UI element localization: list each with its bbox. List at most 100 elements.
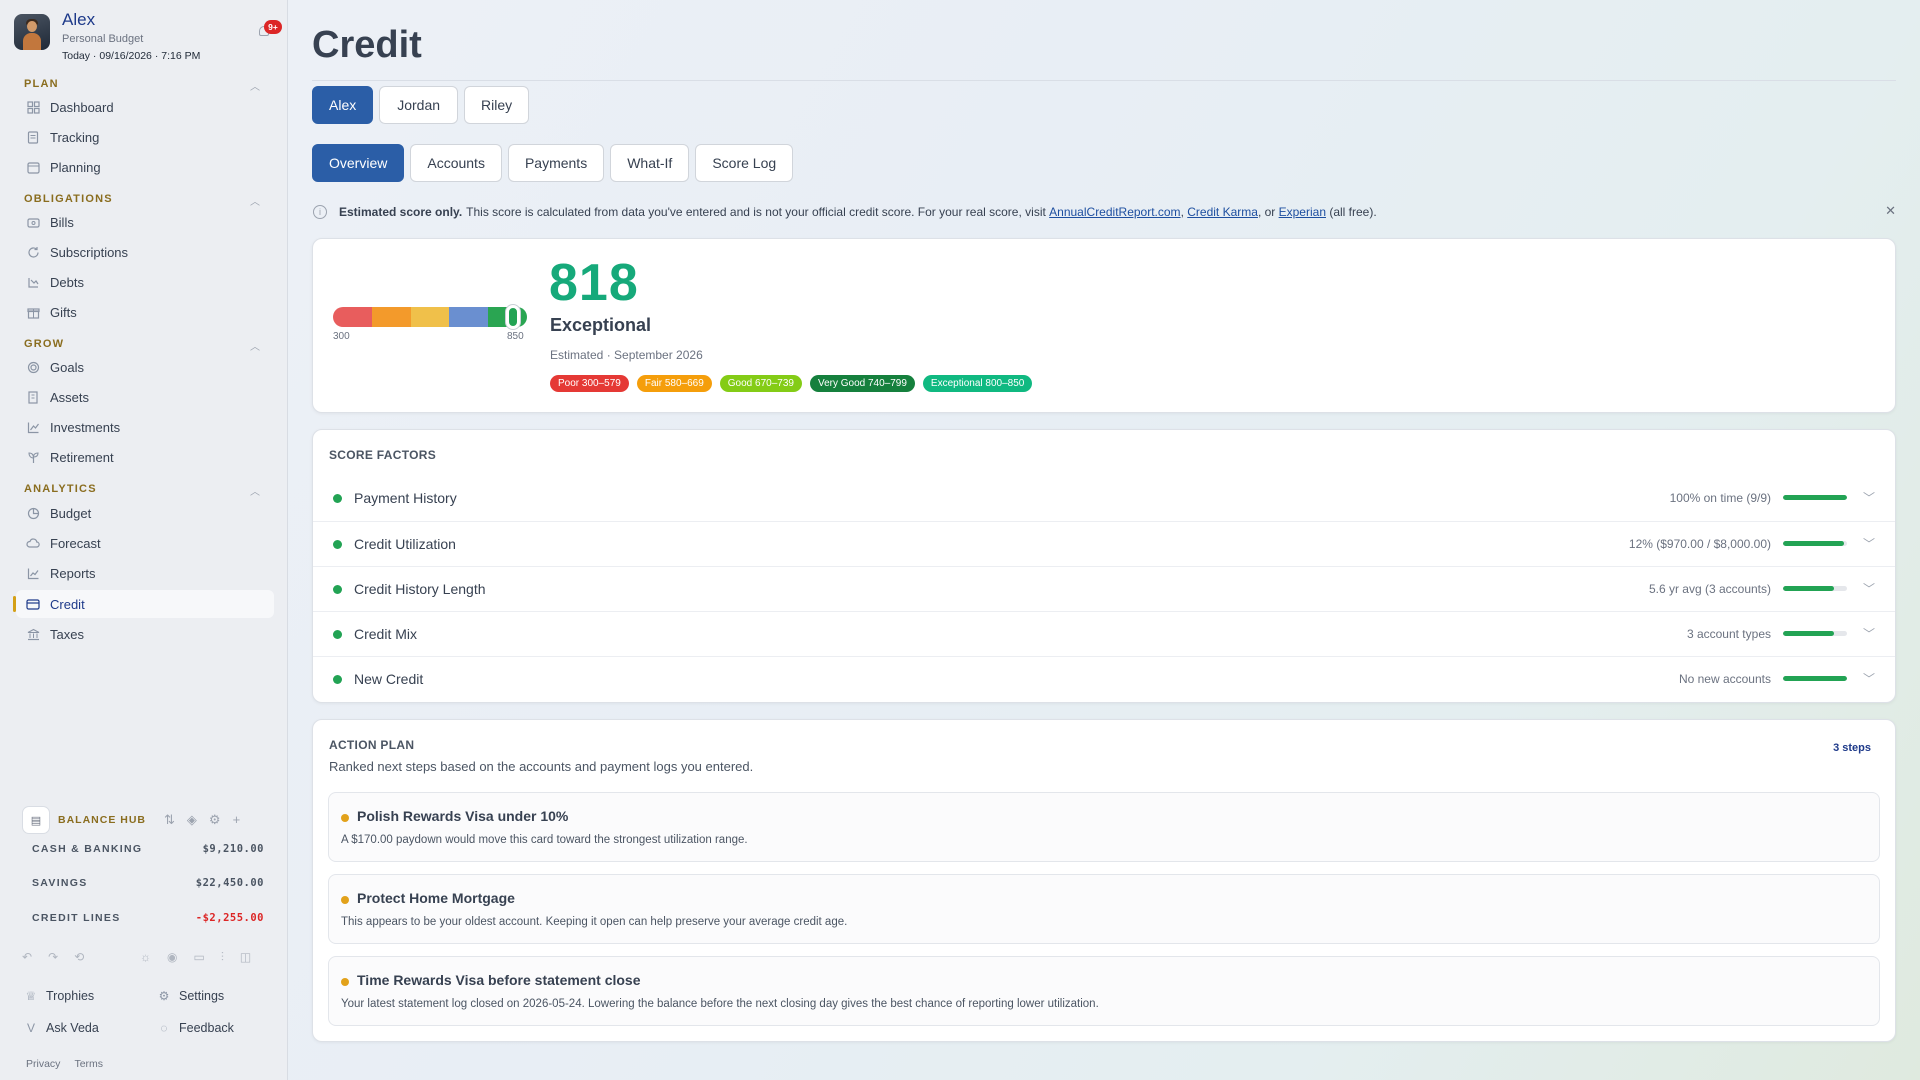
undo-icon[interactable]: ↶ — [22, 950, 32, 964]
balance-hub-title: BALANCE HUB — [58, 814, 146, 826]
sidebar-item-tracking[interactable]: Tracking — [16, 123, 274, 151]
sidebar-item-forecast[interactable]: Forecast — [16, 529, 274, 557]
gift-icon — [26, 305, 40, 319]
trophies-label: Trophies — [46, 989, 95, 1003]
notifications-button[interactable]: 9+ — [256, 20, 282, 40]
section-grow: GROW — [24, 338, 65, 350]
collapse-plan-icon[interactable]: ︿ — [250, 78, 260, 93]
wallet-icon[interactable]: ▤ — [22, 806, 50, 834]
step-description: Your latest statement log closed on 2026… — [341, 998, 1099, 1010]
sidebar-item-retirement[interactable]: Retirement — [16, 443, 274, 471]
chevron-down-icon[interactable]: ﹀ — [1863, 670, 1875, 687]
feedback-link[interactable]: ◌ Feedback — [157, 1021, 234, 1035]
gear-icon: ⚙ — [158, 989, 170, 1003]
action-step[interactable]: Time Rewards Visa before statement close… — [328, 956, 1880, 1026]
factor-row[interactable]: Credit History Length 5.6 yr avg (3 accou… — [313, 566, 1895, 611]
sidebar-item-goals[interactable]: Goals — [16, 353, 274, 381]
factor-label: Credit History Length — [354, 581, 486, 597]
section-plan: PLAN — [24, 78, 59, 90]
layers-icon[interactable]: ◈ — [187, 812, 197, 828]
gear-icon[interactable]: ⚙ — [209, 812, 221, 828]
sidebar-item-bills[interactable]: Bills — [16, 208, 274, 236]
terms-link[interactable]: Terms — [74, 1058, 103, 1070]
score-estimated-date: Estimated · September 2026 — [550, 348, 703, 362]
sidebar-item-label: Reports — [50, 565, 96, 581]
settings-link[interactable]: ⚙ Settings — [157, 989, 225, 1003]
factor-row[interactable]: New Credit No new accounts ﹀ — [313, 656, 1895, 701]
sort-icon[interactable]: ⇅ — [164, 812, 175, 828]
score-rating: Exceptional — [550, 315, 652, 335]
sidebar-item-dashboard[interactable]: Dashboard — [16, 93, 274, 121]
sidebar-item-assets[interactable]: Assets — [16, 383, 274, 411]
collapse-grow-icon[interactable]: ︿ — [250, 338, 260, 353]
chart-icon — [26, 566, 40, 580]
sidebar-item-label: Credit — [50, 596, 85, 612]
avatar[interactable] — [14, 14, 50, 50]
sidebar-item-label: Debts — [50, 274, 84, 290]
privacy-link[interactable]: Privacy — [26, 1058, 60, 1070]
bank-icon — [26, 627, 40, 641]
close-icon[interactable]: ✕ — [1885, 203, 1896, 219]
sidebar-item-reports[interactable]: Reports — [16, 559, 274, 587]
score-band-badge: Exceptional 800–850 — [922, 375, 1033, 392]
collapse-obligations-icon[interactable]: ︿ — [250, 193, 260, 208]
person-tab-alex[interactable]: Alex — [312, 86, 374, 124]
step-description: A $170.00 paydown would move this card t… — [341, 834, 748, 846]
status-dot — [333, 585, 342, 594]
chevron-down-icon[interactable]: ﹀ — [1863, 489, 1875, 506]
factor-row[interactable]: Credit Mix 3 account types ﹀ — [313, 611, 1895, 656]
history-icon[interactable]: ⟲ — [74, 950, 84, 964]
tab-overview[interactable]: Overview — [312, 144, 405, 182]
sidebar-item-investments[interactable]: Investments — [16, 413, 274, 441]
balance-row-credit-lines[interactable]: CREDIT LINES -$2,255.00 — [32, 912, 264, 924]
trophies-link[interactable]: ♕ Trophies — [24, 989, 95, 1003]
chevron-down-icon[interactable]: ﹀ — [1863, 625, 1875, 642]
sidebar-item-planning[interactable]: Planning — [16, 153, 274, 181]
redo-icon[interactable]: ↷ — [48, 950, 58, 964]
action-step[interactable]: Protect Home Mortgage This appears to be … — [328, 874, 1880, 944]
sidebar-item-gifts[interactable]: Gifts — [16, 298, 274, 326]
tab-accounts[interactable]: Accounts — [410, 144, 502, 182]
archive-icon[interactable]: ▭ — [193, 950, 204, 965]
factor-row[interactable]: Credit Utilization 12% ($970.00 / $8,000.… — [313, 521, 1895, 566]
factor-row[interactable]: Payment History 100% on time (9/9) ﹀ — [313, 476, 1895, 521]
chevron-down-icon[interactable]: ﹀ — [1863, 535, 1875, 552]
eye-icon[interactable]: ◉ — [167, 950, 177, 965]
feedback-label: Feedback — [179, 1021, 234, 1035]
action-step[interactable]: Polish Rewards Visa under 10% A $170.00 p… — [328, 792, 1880, 862]
sidebar-item-debts[interactable]: Debts — [16, 268, 274, 296]
score-band-badge: Very Good 740–799 — [809, 375, 915, 392]
notice-bold: Estimated score only. — [339, 205, 463, 219]
sliders-icon[interactable]: ⫶ — [221, 950, 224, 965]
sidebar-item-subscriptions[interactable]: Subscriptions — [16, 238, 274, 266]
credit-tabs: Overview Accounts Payments What-If Score… — [312, 144, 794, 182]
annualcreditreport-link[interactable]: AnnualCreditReport.com — [1049, 205, 1180, 219]
tab-payments[interactable]: Payments — [507, 144, 605, 182]
profile[interactable]: Alex Personal Budget Today · 09/16/2026 … — [14, 10, 282, 64]
credit-karma-link[interactable]: Credit Karma — [1187, 205, 1258, 219]
experian-link[interactable]: Experian — [1279, 205, 1326, 219]
tab-score-log[interactable]: Score Log — [695, 144, 794, 182]
balance-row-cash[interactable]: CASH & BANKING $9,210.00 — [32, 843, 264, 855]
sidebar-item-taxes[interactable]: Taxes — [16, 620, 274, 648]
person-tab-jordan[interactable]: Jordan — [379, 86, 459, 124]
cloud-icon — [26, 536, 40, 550]
ask-veda-link[interactable]: V Ask Veda — [24, 1021, 99, 1035]
person-tab-riley[interactable]: Riley — [464, 86, 530, 124]
tab-what-if[interactable]: What-If — [610, 144, 690, 182]
status-dot — [333, 675, 342, 684]
collapse-analytics-icon[interactable]: ︿ — [250, 483, 260, 498]
sidebar-item-credit[interactable]: Credit — [13, 590, 274, 618]
steps-count-badge: 3 steps — [1833, 742, 1871, 754]
priority-dot — [341, 896, 349, 904]
sidebar-item-budget[interactable]: Budget — [16, 499, 274, 527]
section-obligations: OBLIGATIONS — [24, 193, 113, 205]
chevron-down-icon[interactable]: ﹀ — [1863, 580, 1875, 597]
plus-icon[interactable]: + — [233, 812, 241, 828]
layout-icon[interactable]: ◫ — [240, 950, 251, 965]
receipt-icon — [26, 130, 40, 144]
sun-icon[interactable]: ☼ — [140, 950, 151, 965]
status-dot — [333, 630, 342, 639]
balance-row-savings[interactable]: SAVINGS $22,450.00 — [32, 877, 264, 889]
score-gauge — [333, 305, 528, 329]
